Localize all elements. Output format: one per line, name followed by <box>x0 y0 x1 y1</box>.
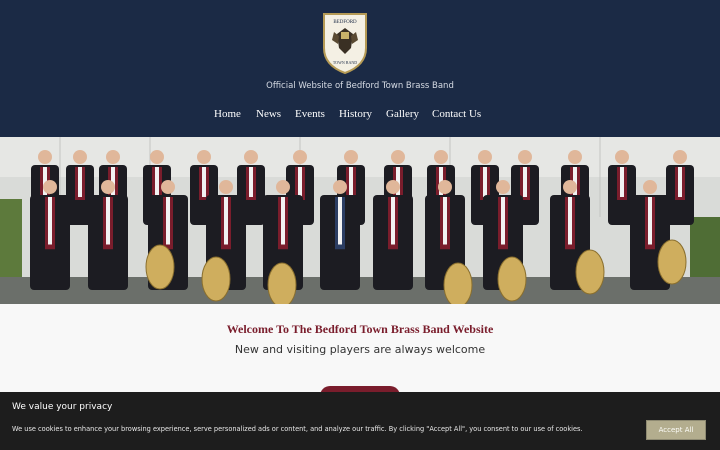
welcome-subheading: New and visiting players are always welc… <box>234 343 486 356</box>
band-member-figure <box>518 150 532 164</box>
band-member-figure <box>673 150 687 164</box>
cookie-text: We use cookies to enhance your browsing … <box>12 425 583 433</box>
band-member-figure <box>338 197 342 245</box>
band-member-figure <box>391 150 405 164</box>
band-member-figure <box>38 150 52 164</box>
band-member-figure <box>678 167 682 197</box>
band-crest-logo[interactable]: BEDFORD TOWN BAND <box>322 12 368 75</box>
band-member-figure <box>333 180 347 194</box>
accept-all-button[interactable]: Accept All <box>646 420 706 440</box>
band-member-figure <box>281 197 285 245</box>
band-member-figure <box>483 167 487 197</box>
band-member-figure <box>197 150 211 164</box>
band-member-figure <box>224 197 228 245</box>
brass-instrument-icon <box>443 262 473 304</box>
band-member-figure <box>344 150 358 164</box>
band-member-figure <box>563 180 577 194</box>
band-member-figure <box>166 197 170 245</box>
band-member-figure <box>648 197 652 245</box>
hero-band-photo <box>0 137 720 304</box>
band-member-figure <box>106 150 120 164</box>
nav-home[interactable]: Home <box>214 108 241 120</box>
band-member-figure <box>155 167 159 197</box>
band-member-figure <box>501 197 505 245</box>
band-member-figure <box>150 150 164 164</box>
band-member-figure <box>438 180 452 194</box>
site-tagline: Official Website of Bedford Town Brass B… <box>266 81 454 91</box>
band-member-figure <box>244 150 258 164</box>
band-member-figure <box>43 180 57 194</box>
cookie-banner: We value your privacy We use cookies to … <box>0 392 720 450</box>
main-nav: Home News Events History Gallery Contact… <box>0 108 720 124</box>
band-member-figure <box>78 167 82 197</box>
band-member-figure <box>276 180 290 194</box>
band-member-figure <box>386 180 400 194</box>
nav-contact-us[interactable]: Contact Us <box>432 108 481 120</box>
brass-instrument-icon <box>657 239 687 285</box>
band-member-figure <box>443 197 447 245</box>
band-member-figure <box>48 197 52 245</box>
band-member-figure <box>568 197 572 245</box>
brass-instrument-icon <box>497 256 527 302</box>
band-member-figure <box>391 197 395 245</box>
logo-top-text: BEDFORD <box>333 20 357 25</box>
band-member-figure <box>620 167 624 197</box>
brass-instrument-icon <box>575 249 605 295</box>
band-member-figure <box>434 150 448 164</box>
band-member-figure <box>101 180 115 194</box>
band-member-figure <box>73 150 87 164</box>
nav-events[interactable]: Events <box>295 108 325 120</box>
band-member-figure <box>298 167 302 197</box>
band-member-figure <box>219 180 233 194</box>
site-header: BEDFORD TOWN BAND Official Website of Be… <box>0 0 720 137</box>
band-member-figure <box>249 167 253 197</box>
nav-gallery[interactable]: Gallery <box>386 108 419 120</box>
band-group-photo-icon <box>0 137 720 304</box>
welcome-heading: Welcome To The Bedford Town Brass Band W… <box>226 322 494 336</box>
brass-instrument-icon <box>201 256 231 302</box>
nav-news[interactable]: News <box>256 108 281 120</box>
cookie-title: We value your privacy <box>12 402 113 412</box>
logo-bottom-text: TOWN BAND <box>333 60 357 65</box>
band-member-figure <box>615 150 629 164</box>
band-member-figure <box>496 180 510 194</box>
band-member-figure <box>523 167 527 197</box>
band-member-figure <box>349 167 353 197</box>
band-member-figure <box>568 150 582 164</box>
band-member-figure <box>161 180 175 194</box>
band-member-figure <box>643 180 657 194</box>
band-member-figure <box>293 150 307 164</box>
band-member-figure <box>106 197 110 245</box>
brass-instrument-icon <box>267 262 297 304</box>
band-member-figure <box>478 150 492 164</box>
band-member-figure <box>202 167 206 197</box>
nav-history[interactable]: History <box>339 108 372 120</box>
brass-instrument-icon <box>145 244 175 290</box>
